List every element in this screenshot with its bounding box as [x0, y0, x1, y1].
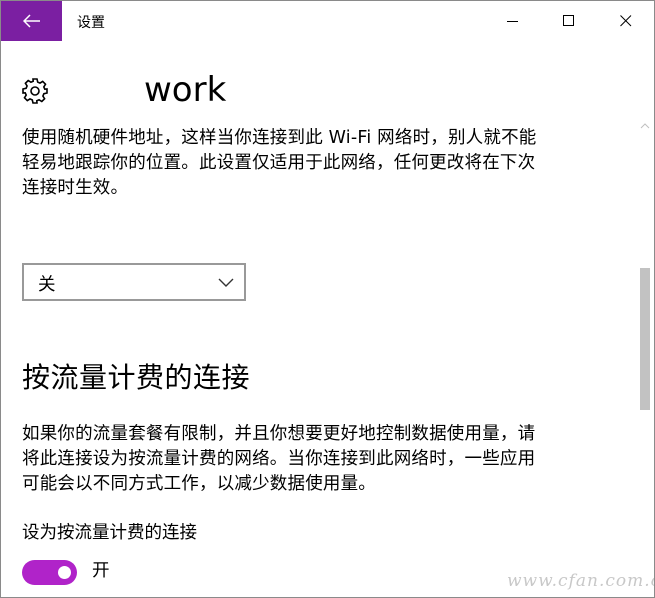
- random-address-description: 使用随机硬件地址，这样当你连接到此 Wi-Fi 网络时，别人就不能 轻易地跟踪你…: [22, 126, 582, 201]
- dropdown-selected-value: 关: [38, 275, 56, 295]
- toggle-knob: [58, 566, 71, 579]
- watermark: www.cfan.com.cn: [507, 571, 654, 591]
- window-title: 设置: [77, 15, 105, 31]
- minimize-icon: [506, 21, 518, 22]
- toggle-state-label: 开: [92, 561, 110, 581]
- vertical-scrollbar[interactable]: [637, 119, 654, 597]
- back-button[interactable]: [1, 1, 62, 41]
- random-address-dropdown[interactable]: 关: [22, 263, 246, 301]
- metered-toggle-label: 设为按流量计费的连接: [22, 523, 197, 543]
- maximize-button[interactable]: [541, 1, 596, 41]
- metered-toggle-switch[interactable]: [22, 560, 77, 585]
- description-line: 连接时生效。: [22, 178, 129, 198]
- description-line: 使用随机硬件地址，这样当你连接到此 Wi-Fi 网络时，别人就不能: [22, 128, 537, 148]
- metered-description: 如果你的流量套餐有限制，并且你想要更好地控制数据使用量，请 将此连接设为按流量计…: [22, 422, 582, 497]
- minimize-button[interactable]: [485, 1, 540, 41]
- scrollbar-thumb[interactable]: [640, 268, 650, 410]
- description-line: 将此连接设为按流量计费的网络。当你连接到此网络时，一些应用: [22, 449, 536, 469]
- maximize-icon: [562, 15, 574, 26]
- gear-icon: [22, 78, 48, 104]
- scroll-up-arrow-icon[interactable]: [640, 122, 650, 130]
- description-line: 轻易地跟踪你的位置。此设置仅适用于此网络，任何更改将在下次: [22, 153, 536, 173]
- description-line: 如果你的流量套餐有限制，并且你想要更好地控制数据使用量，请: [22, 424, 536, 444]
- close-icon: [619, 15, 631, 27]
- arrow-left-icon: [22, 14, 40, 28]
- settings-window: 设置 work 使用随机硬件地址，这样当你连接到此 Wi-Fi 网络时，别人就不…: [0, 0, 655, 598]
- description-line: 可能会以不同方式工作，以减少数据使用量。: [22, 474, 376, 494]
- chevron-down-icon: [218, 278, 234, 287]
- metered-connection-heading: 按流量计费的连接: [22, 361, 251, 394]
- page-title: work: [144, 70, 227, 110]
- title-bar: 设置: [1, 1, 654, 41]
- close-button[interactable]: [598, 1, 653, 41]
